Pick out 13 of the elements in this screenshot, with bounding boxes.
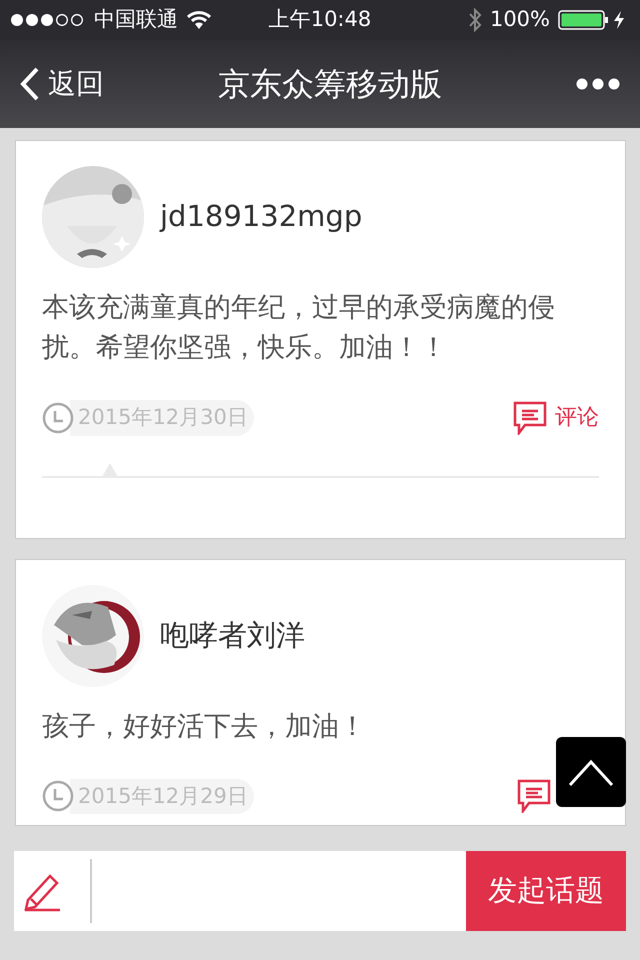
post-date: 2015年12月30日 [70, 400, 254, 436]
start-topic-button[interactable]: 发起话题 [466, 851, 626, 931]
post-date: 2015年12月29日 [70, 778, 254, 814]
username: 咆哮者刘洋 [160, 616, 305, 654]
battery-percent: 100% [490, 6, 550, 34]
status-time: 上午10:48 [268, 6, 372, 34]
post-text: 孩子，好好活下去，加油！ [42, 710, 367, 744]
carrier-label: 中国联通 [94, 6, 178, 34]
back-button[interactable]: 返回 [20, 63, 104, 105]
page-title: 京东众筹移动版 [218, 64, 442, 105]
comment-button[interactable]: 评论 [513, 400, 599, 435]
post-text: 本该充满童真的年纪，过早的承受病魔的侵扰。希望你坚强，快乐。加油！！ [42, 291, 556, 365]
username: jd189132mgp [160, 198, 362, 236]
